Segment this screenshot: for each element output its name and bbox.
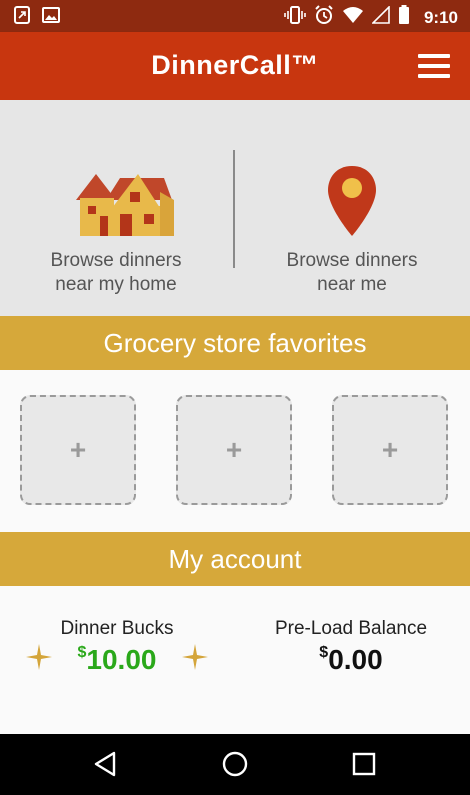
browse-divider <box>233 150 235 268</box>
preload-currency: $ <box>319 644 329 661</box>
vibrate-icon <box>284 6 306 29</box>
dinner-bucks-label: Dinner Bucks <box>60 618 174 639</box>
plus-icon: + <box>225 434 243 465</box>
status-right-icons: 9:10 <box>284 5 458 30</box>
app-bar: DinnerCall™ <box>0 32 470 100</box>
battery-icon <box>398 5 410 30</box>
plus-icon: + <box>69 434 87 465</box>
add-favorite-slot-1[interactable]: + <box>20 395 136 505</box>
browse-near-me-line1: Browse dinners <box>286 250 418 271</box>
status-bar: 9:10 <box>0 0 470 32</box>
image-icon <box>42 6 60 29</box>
alarm-icon <box>314 5 334 30</box>
browse-near-home-button[interactable]: Browse dinners near my home <box>16 160 216 297</box>
browse-section: Browse dinners near my home Browse dinne… <box>0 100 470 316</box>
add-favorite-slot-2[interactable]: + <box>176 395 292 505</box>
grocery-favorites-header: Grocery store favorites <box>0 316 470 370</box>
browse-near-home-line2: near my home <box>55 274 177 295</box>
sparkle-icon <box>182 644 208 675</box>
browse-near-home-label: Browse dinners near my home <box>16 249 216 297</box>
browse-near-home-line1: Browse dinners <box>50 250 182 271</box>
preload-balance-label: Pre-Load Balance <box>274 618 428 639</box>
phone-screen-icon <box>14 6 30 29</box>
plus-icon: + <box>381 434 399 465</box>
app-title: DinnerCall™ <box>151 50 319 80</box>
menu-line <box>418 64 450 68</box>
signal-icon <box>371 5 390 29</box>
hamburger-menu-icon[interactable] <box>418 54 452 78</box>
add-favorite-slot-3[interactable]: + <box>332 395 448 505</box>
home-icon[interactable] <box>221 750 249 783</box>
browse-near-me-label: Browse dinners near me <box>252 249 452 297</box>
my-account-header: My account <box>0 532 470 586</box>
wifi-icon <box>342 6 364 29</box>
preload-balance-value: $0.00 <box>258 644 444 676</box>
location-pin-icon <box>322 160 382 245</box>
menu-line <box>418 54 450 58</box>
preload-amount: 0.00 <box>328 644 383 675</box>
house-icon <box>56 160 176 245</box>
menu-line <box>418 74 450 78</box>
system-nav-bar <box>0 734 470 795</box>
grocery-favorites-section: + + + <box>0 370 470 532</box>
browse-near-me-button[interactable]: Browse dinners near me <box>252 160 452 297</box>
my-account-section: Dinner Bucks $10.00 Pre-Load Balance $0.… <box>0 586 470 734</box>
dinner-bucks-amount: 10.00 <box>86 644 157 675</box>
preload-balance: Pre-Load Balance $0.00 <box>258 618 444 676</box>
status-left-icons <box>14 6 60 29</box>
browse-near-me-line2: near me <box>317 274 387 295</box>
recents-icon[interactable] <box>352 750 376 783</box>
back-icon[interactable] <box>92 750 118 783</box>
status-time: 9:10 <box>423 7 458 27</box>
